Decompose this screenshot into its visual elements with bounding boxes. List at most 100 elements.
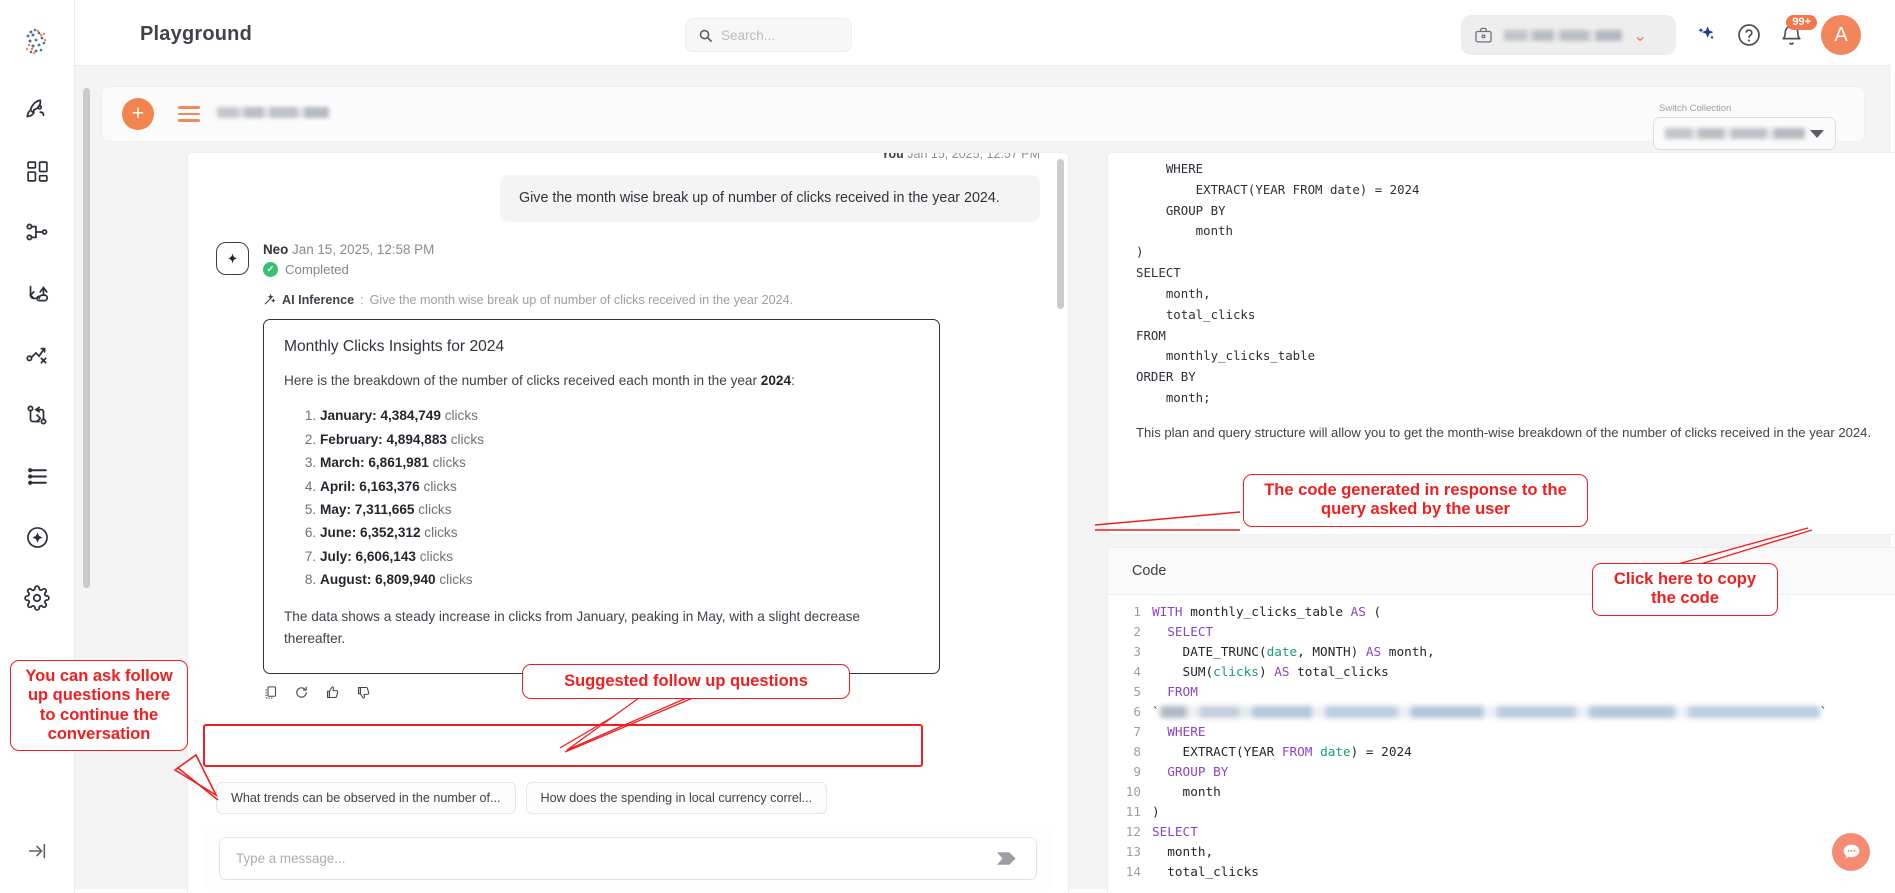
sidebar-item-dashboard[interactable] <box>17 151 57 191</box>
sidebar-item-records[interactable] <box>17 456 57 496</box>
copy-icon[interactable] <box>263 685 278 700</box>
code-line-text: month <box>1152 784 1221 799</box>
code-line-number: 10 <box>1125 784 1141 799</box>
send-arrow-icon <box>996 852 1016 865</box>
code-line-number: 11 <box>1125 804 1141 819</box>
code-line-text: ) <box>1152 804 1160 819</box>
insight-list-item: January: 4,384,749 clicks <box>320 404 919 427</box>
sidebar-collapse-toggle[interactable] <box>17 831 57 871</box>
insight-month-label: March: 6,861,981 <box>320 455 429 471</box>
org-switcher[interactable]: ⌄ <box>1461 15 1676 55</box>
insight-month-label: June: 6,352,312 <box>320 525 421 541</box>
ai-sparkle-button[interactable] <box>1693 22 1719 48</box>
insight-month-label: February: 4,894,883 <box>320 431 447 447</box>
switch-collection-label: Switch Collection <box>1659 103 1732 114</box>
insight-list-item: April: 6,163,376 clicks <box>320 475 919 498</box>
code-line-text: EXTRACT(YEAR FROM date) = 2024 <box>1152 744 1412 759</box>
code-line-number: 12 <box>1125 824 1141 839</box>
regenerate-icon[interactable] <box>294 685 309 700</box>
code-line-text: DATE_TRUNC(date, MONTH) AS month, <box>1152 644 1435 659</box>
switch-collection-select[interactable] <box>1653 117 1836 150</box>
app-logo[interactable] <box>17 22 57 62</box>
conversation-toolbar: + Switch Collection <box>101 86 1865 150</box>
header-actions: ⌄ 99+ A <box>1461 14 1861 55</box>
insight-card: Monthly Clicks Insights for 2024 Here is… <box>263 318 940 674</box>
code-line: 14 total_clicks <box>1108 864 1895 884</box>
thumbs-down-icon[interactable] <box>356 685 371 700</box>
message-input[interactable]: Type a message... <box>219 837 1037 880</box>
search-placeholder: Search... <box>721 27 776 43</box>
code-line-text: WITH monthly_clicks_table AS ( <box>1152 604 1382 619</box>
neo-avatar <box>216 241 249 275</box>
code-line-number: 9 <box>1133 764 1141 779</box>
help-circle-icon <box>1738 24 1760 46</box>
diamond-spark-icon <box>228 252 237 264</box>
code-line: 13 month, <box>1108 844 1895 864</box>
workspace-scrollbar[interactable] <box>83 88 90 588</box>
code-line-text: SUM(clicks) AS total_clicks <box>1152 664 1389 679</box>
sidebar-item-versions[interactable] <box>17 395 57 435</box>
composer-shell: Type a message... <box>204 824 1052 893</box>
search-input[interactable]: Search... <box>685 18 852 52</box>
left-sidebar <box>0 0 75 893</box>
code-line-number: 5 <box>1133 684 1141 699</box>
briefcase-icon <box>1475 27 1492 42</box>
sidebar-item-pipelines[interactable] <box>17 212 57 252</box>
insight-list-item: February: 4,894,883 clicks <box>320 428 919 451</box>
chat-messages: You Jan 15, 2025, 12:57 PM Give the mont… <box>188 153 1068 843</box>
insight-month-label: April: 6,163,376 <box>320 478 420 494</box>
suggestion-chip[interactable]: How does the spending in local currency … <box>525 782 828 814</box>
collection-value-redacted <box>1665 128 1805 139</box>
assistant-status: ✓ Completed <box>263 261 1040 277</box>
thumbs-up-icon[interactable] <box>325 685 340 700</box>
send-button[interactable] <box>995 849 1020 868</box>
notifications-button[interactable]: 99+ <box>1779 14 1817 48</box>
assistant-message: Neo Jan 15, 2025, 12:58 PM ✓ Completed A… <box>216 241 1040 307</box>
insight-month-label: August: 6,809,940 <box>320 572 436 588</box>
insight-month-label: July: 6,606,143 <box>320 548 416 564</box>
code-body: 1 WITH monthly_clicks_table AS (2 SELECT 3… <box>1108 595 1895 893</box>
suggested-questions: What trends can be observed in the numbe… <box>216 782 828 814</box>
sidebar-nav <box>17 90 57 831</box>
code-line: 10 month <box>1108 784 1895 804</box>
help-button[interactable] <box>1736 22 1762 48</box>
notification-badge: 99+ <box>1786 14 1817 31</box>
message-actions <box>263 685 1040 700</box>
code-line: 9 GROUP BY <box>1108 764 1895 784</box>
new-conversation-button[interactable]: + <box>122 98 154 130</box>
code-line-text: total_clicks <box>1152 864 1259 879</box>
support-chat-button[interactable] <box>1832 833 1870 871</box>
insight-list-item: May: 7,311,665 clicks <box>320 498 919 521</box>
user-message: Give the month wise break up of number o… <box>500 175 1040 222</box>
magic-wand-icon <box>264 293 276 305</box>
insight-outro: The data shows a steady increase in clic… <box>284 609 860 647</box>
code-line-number: 4 <box>1133 664 1141 679</box>
triangle-down-icon <box>1810 129 1824 138</box>
top-header: Playground Search... ⌄ 99+ A <box>75 4 1891 66</box>
ai-inference-row: AI Inference : Give the month wise break… <box>263 293 1040 307</box>
code-line-number: 1 <box>1133 604 1141 619</box>
sidebar-item-rocket[interactable] <box>17 90 57 130</box>
code-line-text: SELECT <box>1167 624 1214 639</box>
insight-month-list: January: 4,384,749 clicksFebruary: 4,894… <box>320 404 919 591</box>
sidebar-item-workflow[interactable] <box>17 334 57 374</box>
code-line-text: WHERE <box>1167 724 1206 739</box>
plan-panel: WHERE EXTRACT(YEAR FROM date) = 2024 GRO… <box>1107 152 1895 535</box>
sidebar-item-data-sync[interactable] <box>17 273 57 313</box>
sidebar-item-settings[interactable] <box>17 578 57 618</box>
code-line-text: ` ` <box>1152 704 1828 719</box>
code-line-text: FROM <box>1167 684 1198 699</box>
code-line: 5 FROM <box>1108 684 1895 704</box>
insight-list-item: August: 6,809,940 clicks <box>320 568 919 591</box>
hamburger-menu-icon[interactable] <box>178 106 200 122</box>
code-line-number: 7 <box>1133 724 1141 739</box>
suggestion-chip[interactable]: What trends can be observed in the numbe… <box>216 782 516 814</box>
chat-panel: You Jan 15, 2025, 12:57 PM Give the mont… <box>187 152 1069 893</box>
sidebar-item-ai[interactable] <box>17 517 57 557</box>
code-panel-title: Code <box>1132 563 1167 579</box>
user-message-meta: You Jan 15, 2025, 12:57 PM <box>881 153 1040 161</box>
code-line: 7 WHERE <box>1108 724 1895 744</box>
code-line: 4 SUM(clicks) AS total_clicks <box>1108 664 1895 684</box>
assistant-meta: Neo Jan 15, 2025, 12:58 PM <box>263 241 435 257</box>
user-avatar[interactable]: A <box>1821 15 1861 55</box>
